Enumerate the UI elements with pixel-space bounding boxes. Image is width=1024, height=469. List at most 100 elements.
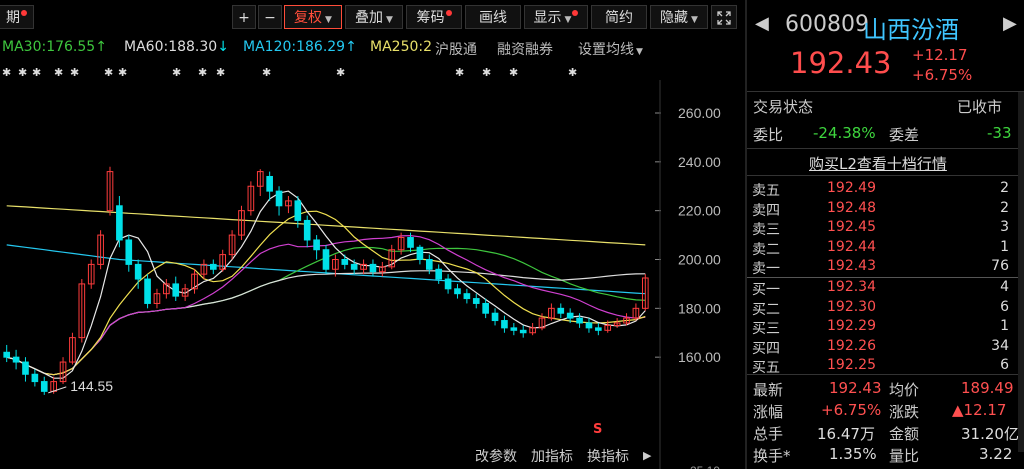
- sell-row[interactable]: 卖五 192.49 2: [747, 180, 1009, 199]
- switch-indicator-button[interactable]: 换指标: [587, 446, 629, 466]
- ma60-value: MA60:188.30: [124, 39, 218, 55]
- buy-volume: 4: [1000, 279, 1009, 295]
- volume-value: 16.47万: [817, 425, 875, 443]
- ma30-legend[interactable]: MA30:176.55↑: [2, 39, 107, 57]
- add-indicator-button[interactable]: 加指标: [531, 446, 573, 466]
- side-scrollbar[interactable]: [1018, 92, 1024, 452]
- xianshi-label: 显示: [533, 10, 562, 26]
- candle-body: [557, 307, 565, 314]
- buy-volume: 6: [1000, 357, 1009, 373]
- buy-label: 买四: [752, 340, 780, 357]
- period-tab[interactable]: 期: [0, 5, 34, 29]
- info-mine-icon[interactable]: ✱: [216, 66, 225, 79]
- divider: [747, 175, 1024, 176]
- buy-label: 买一: [752, 282, 780, 298]
- candle-body: [12, 356, 20, 363]
- y-bottom-label: 25.19: [690, 464, 720, 469]
- candle-body: [172, 283, 180, 297]
- sell-price: 192.43: [827, 258, 876, 274]
- weibi-value: -24.38%: [813, 124, 876, 142]
- candlestick-chart[interactable]: 260.00 240.00 220.00 200.00 180.00 160.00 25.1…: [0, 80, 745, 469]
- info-mine-icon[interactable]: ✱: [118, 66, 127, 79]
- sell-price: 192.49: [827, 180, 876, 196]
- zoom-out-button[interactable]: −: [258, 5, 282, 29]
- weibi-label: 委比: [753, 126, 784, 144]
- sell-row[interactable]: 卖三 192.45 3: [747, 219, 1009, 238]
- jianyue-label: 简约: [605, 10, 633, 26]
- rongzi-button[interactable]: 融资融券: [497, 39, 553, 59]
- sell-row[interactable]: 卖一 192.43 76: [747, 258, 1009, 277]
- huaxian-button[interactable]: 画线: [465, 5, 521, 29]
- info-mine-icon[interactable]: ✱: [336, 66, 345, 79]
- info-mine-icon[interactable]: ✱: [32, 66, 41, 79]
- next-stock-button[interactable]: ▶: [1003, 13, 1017, 34]
- l2-upgrade-link[interactable]: 购买L2查看十档行情: [809, 153, 947, 174]
- buy-row[interactable]: 买二 192.30 6: [747, 299, 1009, 318]
- volume-ratio-label: 量比: [889, 447, 920, 465]
- price-change-pct: +6.75%: [912, 66, 973, 84]
- info-mine-icon[interactable]: ✱: [70, 66, 79, 79]
- scroll-right-button[interactable]: ▶: [643, 449, 651, 462]
- buy-row[interactable]: 买四 192.26 34: [747, 338, 1009, 357]
- expand-button[interactable]: [711, 5, 737, 29]
- sell-label: 卖四: [752, 202, 780, 219]
- last-price: 192.43: [790, 46, 892, 80]
- ma30-value: MA30:176.55: [2, 39, 96, 55]
- ma60-legend[interactable]: MA60:188.30↓: [124, 39, 229, 57]
- info-mine-icon[interactable]: ✱: [262, 66, 271, 79]
- info-mine-icon[interactable]: ✱: [172, 66, 181, 79]
- kline-panel[interactable]: 期 + − 复权 ▼ 叠加 ▼ 筹码 画线 显示 ▼ 简约 隐藏 ▼ MA30:176.…: [0, 0, 745, 469]
- yincang-dropdown[interactable]: 隐藏 ▼: [650, 5, 708, 29]
- ma-settings-chevron-down-icon: ▼: [636, 47, 643, 57]
- stock-code: 600809: [785, 12, 869, 37]
- candle-body: [294, 200, 302, 221]
- info-mine-icon[interactable]: ✱: [2, 66, 11, 79]
- chg-value: ▲12.17: [952, 401, 1007, 419]
- candle-body: [144, 278, 151, 304]
- ma250-legend[interactable]: MA250:2: [370, 39, 432, 57]
- low-annotation-label: 144.55: [70, 378, 113, 394]
- xianshi-chevron-down-icon: ▼: [564, 15, 572, 25]
- latest-value: 192.43: [829, 379, 882, 397]
- info-mine-icon[interactable]: ✱: [482, 66, 491, 79]
- info-mine-icon[interactable]: ✱: [455, 66, 464, 79]
- info-mine-icon[interactable]: ✱: [54, 66, 63, 79]
- fuquan-dropdown[interactable]: 复权 ▼: [284, 5, 342, 29]
- zoom-out-label: −: [264, 10, 276, 26]
- info-mine-icon[interactable]: ✱: [568, 66, 577, 79]
- candle-body: [416, 246, 424, 261]
- sell-volume: 76: [991, 258, 1009, 274]
- diejia-dropdown[interactable]: 叠加 ▼: [345, 5, 403, 29]
- ma60-arrow: ↓: [217, 39, 229, 55]
- candle-body: [519, 329, 527, 334]
- pct-label: 涨幅: [753, 403, 784, 421]
- buy-row[interactable]: 买三 192.29 1: [747, 318, 1009, 337]
- sell-row[interactable]: 卖二 192.44 1: [747, 239, 1009, 258]
- y-tick-label: 160.00: [678, 349, 721, 365]
- ma-settings-label: 设置均线: [578, 42, 634, 58]
- ma250-value: MA250:2: [370, 39, 433, 55]
- zoom-in-button[interactable]: +: [232, 5, 256, 29]
- ma120-legend[interactable]: MA120:186.29↑: [243, 39, 357, 57]
- candle-body: [134, 263, 142, 280]
- sell-volume: 1: [1000, 238, 1009, 255]
- prev-stock-button[interactable]: ◀: [755, 13, 769, 34]
- info-mine-icon[interactable]: ✱: [198, 66, 207, 79]
- ma-settings-dropdown[interactable]: 设置均线 ▼: [578, 39, 643, 59]
- info-mine-icon[interactable]: ✱: [509, 66, 518, 79]
- info-mine-icon[interactable]: ✱: [104, 66, 113, 79]
- buy-label: 买二: [752, 301, 780, 318]
- price-change: +12.17: [912, 46, 968, 64]
- stock-name[interactable]: 山西汾酒: [863, 10, 959, 45]
- params-button[interactable]: 改参数: [475, 446, 517, 466]
- sell-row[interactable]: 卖四 192.48 2: [747, 200, 1009, 219]
- chart-toolbar: 期 + − 复权 ▼ 叠加 ▼ 筹码 画线 显示 ▼ 简约 隐藏 ▼: [0, 5, 745, 31]
- info-mine-icon[interactable]: ✱: [18, 66, 27, 79]
- candle-body: [116, 205, 123, 241]
- buy-row[interactable]: 买一 192.34 4: [747, 279, 1009, 298]
- hugutong-button[interactable]: 沪股通: [435, 39, 477, 59]
- sell-price: 192.45: [827, 219, 876, 235]
- xianshi-dropdown[interactable]: 显示 ▼: [524, 5, 588, 29]
- jianyue-button[interactable]: 简约: [591, 5, 647, 29]
- chouma-button[interactable]: 筹码: [406, 5, 462, 29]
